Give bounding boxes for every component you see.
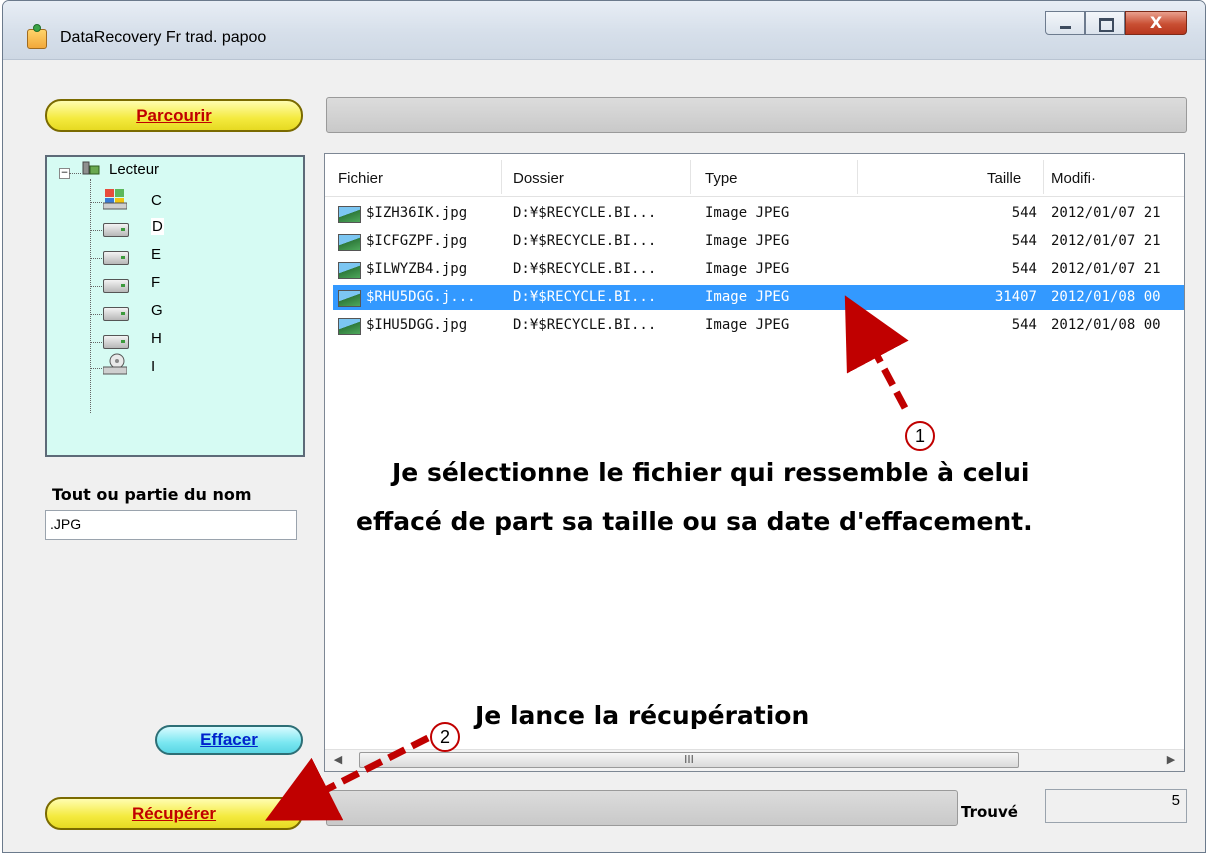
arrow-to-recover-button (265, 734, 430, 821)
annotation-note-1-line-2: effacé de part sa taille ou sa date d'ef… (356, 507, 1033, 536)
annotation-marker-1: 1 (905, 421, 935, 451)
annotation-note-2: Je lance la récupération (475, 701, 810, 730)
arrow-to-selected-file (844, 295, 909, 410)
annotation-note-1-line-1: Je sélectionne le fichier qui ressemble … (392, 458, 1030, 487)
annotation-marker-2: 2 (430, 722, 460, 752)
